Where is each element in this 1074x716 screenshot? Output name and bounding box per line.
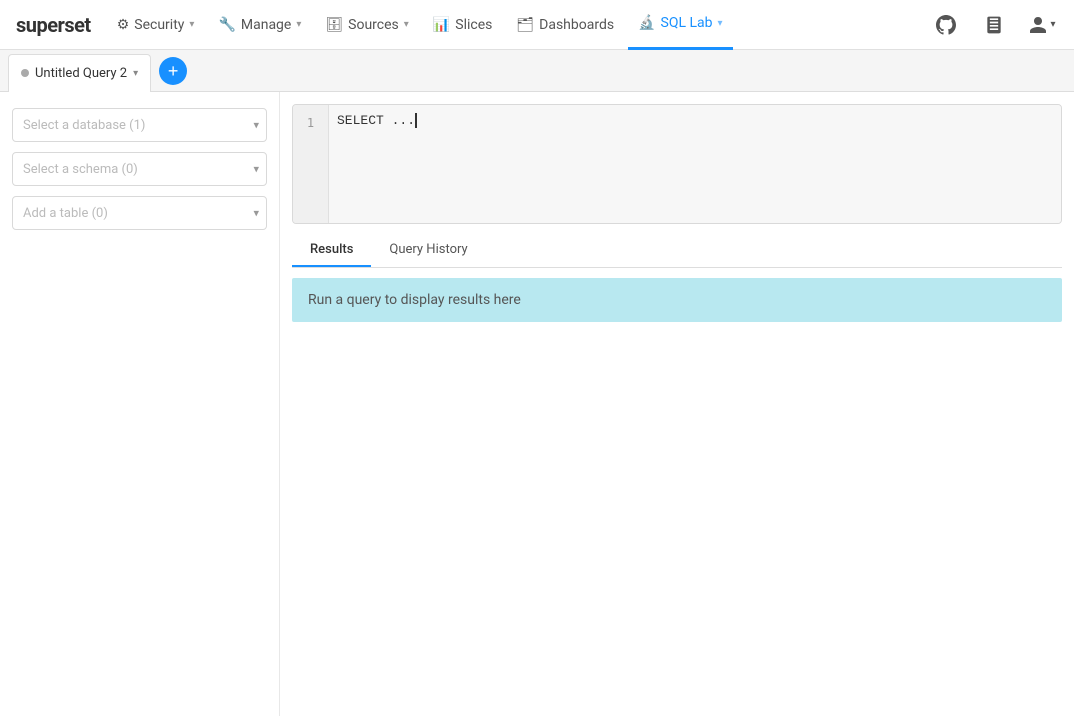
dashboards-icon: 🗂 xyxy=(516,17,534,33)
database-select-wrapper: Select a database (1) ▾ xyxy=(12,108,267,142)
nav-item-dashboards[interactable]: 🗂 Dashboards xyxy=(506,0,624,50)
table-select[interactable]: Add a table (0) ▾ xyxy=(12,196,267,230)
docs-icon[interactable] xyxy=(978,9,1010,41)
query-tab-label: Untitled Query 2 xyxy=(35,66,127,81)
schema-select-label: Select a schema (0) xyxy=(23,162,138,177)
user-chevron-icon: ▾ xyxy=(1050,19,1055,30)
sources-icon: 🗄 xyxy=(325,17,343,33)
line-numbers: 1 xyxy=(293,105,329,223)
editor-cursor xyxy=(415,113,417,128)
github-icon[interactable] xyxy=(930,9,962,41)
schema-select[interactable]: Select a schema (0) ▾ xyxy=(12,152,267,186)
nav-label-sources: Sources xyxy=(348,17,399,33)
nav-label-slices: Slices xyxy=(455,17,492,33)
database-select[interactable]: Select a database (1) ▾ xyxy=(12,108,267,142)
user-icon[interactable]: ▾ xyxy=(1026,9,1058,41)
line-number-1: 1 xyxy=(293,113,328,133)
nav-label-dashboards: Dashboards xyxy=(539,17,614,33)
database-select-label: Select a database (1) xyxy=(23,118,145,133)
right-panel: 1 SELECT ... Results Query History Run a… xyxy=(280,92,1074,716)
brand-logo[interactable]: superset xyxy=(16,13,91,37)
tab-results[interactable]: Results xyxy=(292,234,371,267)
left-panel: Select a database (1) ▾ Select a schema … xyxy=(0,92,280,716)
schema-chevron-icon: ▾ xyxy=(253,163,259,176)
table-chevron-icon: ▾ xyxy=(253,207,259,220)
tabs-bar: Untitled Query 2 ▾ + xyxy=(0,50,1074,92)
results-tabs-bar: Results Query History xyxy=(292,234,1062,268)
chevron-down-icon: ▾ xyxy=(718,18,723,29)
slices-icon: 📊 xyxy=(433,17,450,33)
nav-item-manage[interactable]: 🔧 Manage ▾ xyxy=(208,0,311,50)
sqllab-icon: 🔬 xyxy=(638,15,655,31)
chevron-down-icon: ▾ xyxy=(189,19,194,30)
nav-item-slices[interactable]: 📊 Slices xyxy=(423,0,503,50)
chevron-down-icon: ▾ xyxy=(404,19,409,30)
nav-label-sqllab: SQL Lab xyxy=(661,15,713,31)
editor-content[interactable]: SELECT ... xyxy=(329,105,1061,223)
results-placeholder-text: Run a query to display results here xyxy=(308,292,521,308)
nav-item-sources[interactable]: 🗄 Sources ▾ xyxy=(315,0,418,50)
nav-item-security[interactable]: ⚙ Security ▾ xyxy=(107,0,205,50)
navbar: superset ⚙ Security ▾ 🔧 Manage ▾ 🗄 Sourc… xyxy=(0,0,1074,50)
add-tab-button[interactable]: + xyxy=(159,57,187,85)
navbar-right: ▾ xyxy=(930,9,1058,41)
tab-chevron-icon: ▾ xyxy=(133,68,138,79)
add-tab-icon: + xyxy=(168,62,179,80)
security-icon: ⚙ xyxy=(117,17,130,33)
tab-status-dot xyxy=(21,69,29,77)
results-placeholder: Run a query to display results here xyxy=(292,278,1062,322)
table-select-label: Add a table (0) xyxy=(23,206,108,221)
tab-results-label: Results xyxy=(310,242,353,257)
nav-label-security: Security xyxy=(134,17,184,33)
tab-query-history-label: Query History xyxy=(389,242,467,257)
tab-query-history[interactable]: Query History xyxy=(371,234,485,267)
query-tab[interactable]: Untitled Query 2 ▾ xyxy=(8,54,151,92)
nav-label-manage: Manage xyxy=(241,17,291,33)
editor-text: SELECT ... xyxy=(337,113,415,128)
results-content: Run a query to display results here xyxy=(292,278,1062,704)
sql-editor[interactable]: 1 SELECT ... xyxy=(292,104,1062,224)
database-chevron-icon: ▾ xyxy=(253,119,259,132)
nav-item-sqllab[interactable]: 🔬 SQL Lab ▾ xyxy=(628,0,732,50)
schema-select-wrapper: Select a schema (0) ▾ xyxy=(12,152,267,186)
table-select-wrapper: Add a table (0) ▾ xyxy=(12,196,267,230)
main-content: Select a database (1) ▾ Select a schema … xyxy=(0,92,1074,716)
manage-icon: 🔧 xyxy=(218,17,235,33)
chevron-down-icon: ▾ xyxy=(296,19,301,30)
